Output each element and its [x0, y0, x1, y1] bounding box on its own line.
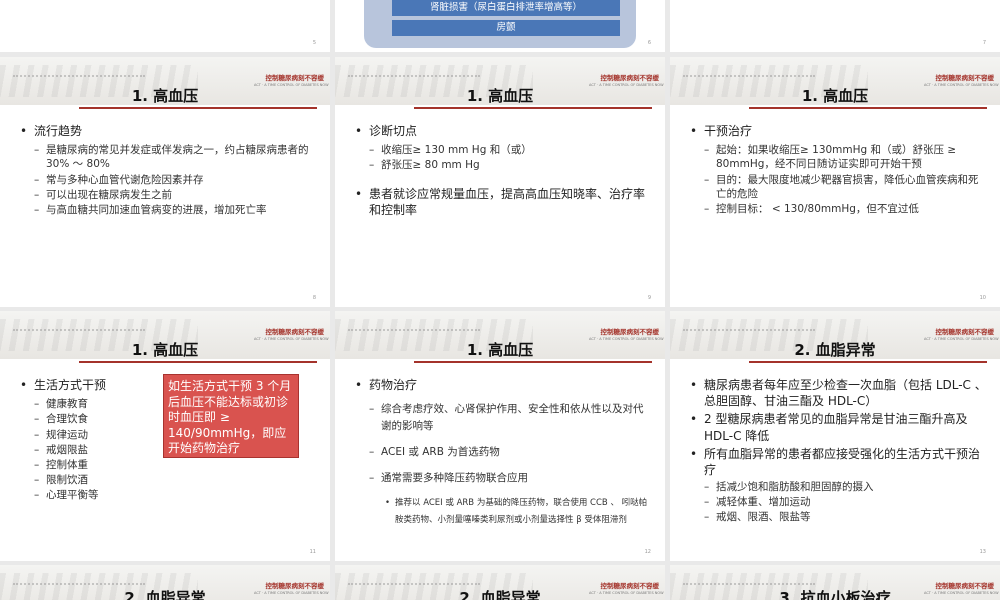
sub-bullet: 控制目标： < 130/80mmHg，但不宜过低 — [704, 202, 988, 216]
slide-title: 2. 血脂异常 — [794, 341, 876, 359]
page-number: 10 — [979, 295, 986, 301]
slide-title: 1. 高血压 — [466, 87, 534, 105]
title-underline — [414, 107, 652, 109]
slide-15[interactable]: 控制糖尿病刻不容缓 ACT · A TIME CONTROL OF DIABETE… — [335, 565, 665, 600]
sub-bullet: 目的：最大限度地减少靶器官损害，降低心血管疾病和死亡的危险 — [704, 173, 988, 201]
sub-bullet: 控制体重 — [34, 458, 150, 472]
medication-callout: 如生活方式干预 3 个月后血压不能达标或初诊时血压即 ≥ 140/90mmHg，… — [163, 374, 299, 458]
slide-body: 生活方式干预 健康教育 合理饮食 规律运动 戒烟限盐 控制体重 限制饮酒 心理平… — [20, 377, 150, 503]
sub-bullet: 健康教育 — [34, 397, 150, 411]
sub-bullet: 舒张压≥ 80 mm Hg — [369, 158, 653, 172]
page-number: 11 — [309, 549, 316, 555]
sub-bullet: 括减少饱和脂肪酸和胆固醇的摄入 — [704, 480, 988, 494]
slide-8[interactable]: 控制糖尿病刻不容缓 ACT · A TIME CONTROL OF DIABETE… — [0, 57, 330, 307]
page-number: 5 — [312, 40, 316, 46]
sub-bullet: 是糖尿病的常见并发症或伴发病之一，约占糖尿病患者的 30% ～ 80% — [34, 143, 318, 171]
bullet: 生活方式干预 — [20, 377, 150, 393]
slide-9[interactable]: 控制糖尿病刻不容缓 ACT · A TIME CONTROL OF DIABETE… — [335, 57, 665, 307]
slide-body: 流行趋势 是糖尿病的常见并发症或伴发病之一，约占糖尿病患者的 30% ～ 80%… — [20, 123, 318, 218]
sub-bullet: 心理平衡等 — [34, 488, 150, 502]
bullet: 2 型糖尿病患者常见的血脂异常是甘油三酯升高及 HDL-C 降低 — [690, 411, 988, 443]
title-underline — [79, 107, 317, 109]
title-underline — [414, 361, 652, 363]
slide-title: 2. 血脂异常 — [459, 589, 541, 600]
title-underline — [79, 361, 317, 363]
slide-body: 诊断切点 收缩压≥ 130 mm Hg 和（或） 舒张压≥ 80 mm Hg 患… — [355, 123, 653, 222]
bullet: 流行趋势 — [20, 123, 318, 139]
sub-bullet: 通常需要多种降压药物联合应用 — [369, 470, 653, 487]
sub-bullet: 规律运动 — [34, 428, 150, 442]
flow-box-kidney: 肾脏损害（尿白蛋白排泄率增高等） — [392, 0, 620, 16]
bullet: 诊断切点 — [355, 123, 653, 139]
page-number: 12 — [644, 549, 651, 555]
slide-16[interactable]: 控制糖尿病刻不容缓 ACT · A TIME CONTROL OF DIABETE… — [670, 565, 1000, 600]
sub-bullet: 与高血糖共同加速血管病变的进展，增加死亡率 — [34, 203, 318, 217]
sub-bullet: 戒烟限盐 — [34, 443, 150, 457]
slide-14[interactable]: 控制糖尿病刻不容缓 ACT · A TIME CONTROL OF DIABETE… — [0, 565, 330, 600]
sub-bullet: 收缩压≥ 130 mm Hg 和（或） — [369, 143, 653, 157]
page-number: 8 — [312, 295, 316, 301]
bullet: 患者就诊应常规量血压，提高高血压知晓率、治疗率和控制率 — [355, 186, 653, 218]
sub-bullet: 常与多种心血管代谢危险因素并存 — [34, 173, 318, 187]
slide-13[interactable]: 控制糖尿病刻不容缓 ACT · A TIME CONTROL OF DIABETE… — [670, 311, 1000, 561]
sub-bullet: 减轻体重、增加运动 — [704, 495, 988, 509]
sub-bullet: 综合考虑疗效、心肾保护作用、安全性和依从性以及对代谢的影响等 — [369, 401, 653, 435]
flow-box-afib: 房颤 — [392, 20, 620, 36]
title-underline — [749, 361, 987, 363]
page-number: 13 — [979, 549, 986, 555]
sub-bullet: ACEI 或 ARB 为首选药物 — [369, 444, 653, 461]
slide-title: 1. 高血压 — [131, 87, 199, 105]
bullet: 干预治疗 — [690, 123, 988, 139]
page-number: 9 — [647, 295, 651, 301]
slide-title: 1. 高血压 — [131, 341, 199, 359]
slide-body: 药物治疗 综合考虑疗效、心肾保护作用、安全性和依从性以及对代谢的影响等 ACEI… — [355, 377, 653, 528]
sub-bullet: 起始：如果收缩压≥ 130mmHg 和（或）舒张压 ≥ 80mmHg，经不同日随… — [704, 143, 988, 171]
page-number: 6 — [647, 40, 651, 46]
slide-5[interactable]: 5 — [0, 0, 330, 52]
bullet: 糖尿病患者每年应至少检查一次血脂（包括 LDL-C 、总胆固醇、甘油三酯及 HD… — [690, 377, 988, 409]
title-underline — [749, 107, 987, 109]
slide-title: 3. 抗血小板治疗 — [779, 589, 891, 600]
slide-title: 2. 血脂异常 — [124, 589, 206, 600]
slide-10[interactable]: 控制糖尿病刻不容缓 ACT · A TIME CONTROL OF DIABETE… — [670, 57, 1000, 307]
bullet: 所有血脂异常的患者都应接受强化的生活方式干预治疗 — [690, 446, 988, 478]
sub-sub-bullet: 推荐以 ACEI 或 ARB 为基础的降压药物，联合使用 CCB 、 吲哒帕胺类… — [385, 495, 653, 527]
flowchart-fragment: 肾脏损害（尿白蛋白排泄率增高等） 房颤 — [364, 0, 636, 48]
slide-body: 糖尿病患者每年应至少检查一次血脂（包括 LDL-C 、总胆固醇、甘油三酯及 HD… — [690, 377, 988, 526]
slide-title: 1. 高血压 — [466, 341, 534, 359]
sub-bullet: 戒烟、限酒、限盐等 — [704, 510, 988, 524]
slide-title: 1. 高血压 — [801, 87, 869, 105]
sub-bullet: 限制饮酒 — [34, 473, 150, 487]
slide-7[interactable]: 7 — [670, 0, 1000, 52]
bullet: 药物治疗 — [355, 377, 653, 393]
page-number: 7 — [982, 40, 986, 46]
slide-12[interactable]: 控制糖尿病刻不容缓 ACT · A TIME CONTROL OF DIABETE… — [335, 311, 665, 561]
sub-bullet: 可以出现在糖尿病发生之前 — [34, 188, 318, 202]
sub-bullet: 合理饮食 — [34, 412, 150, 426]
slide-body: 干预治疗 起始：如果收缩压≥ 130mmHg 和（或）舒张压 ≥ 80mmHg，… — [690, 123, 988, 217]
